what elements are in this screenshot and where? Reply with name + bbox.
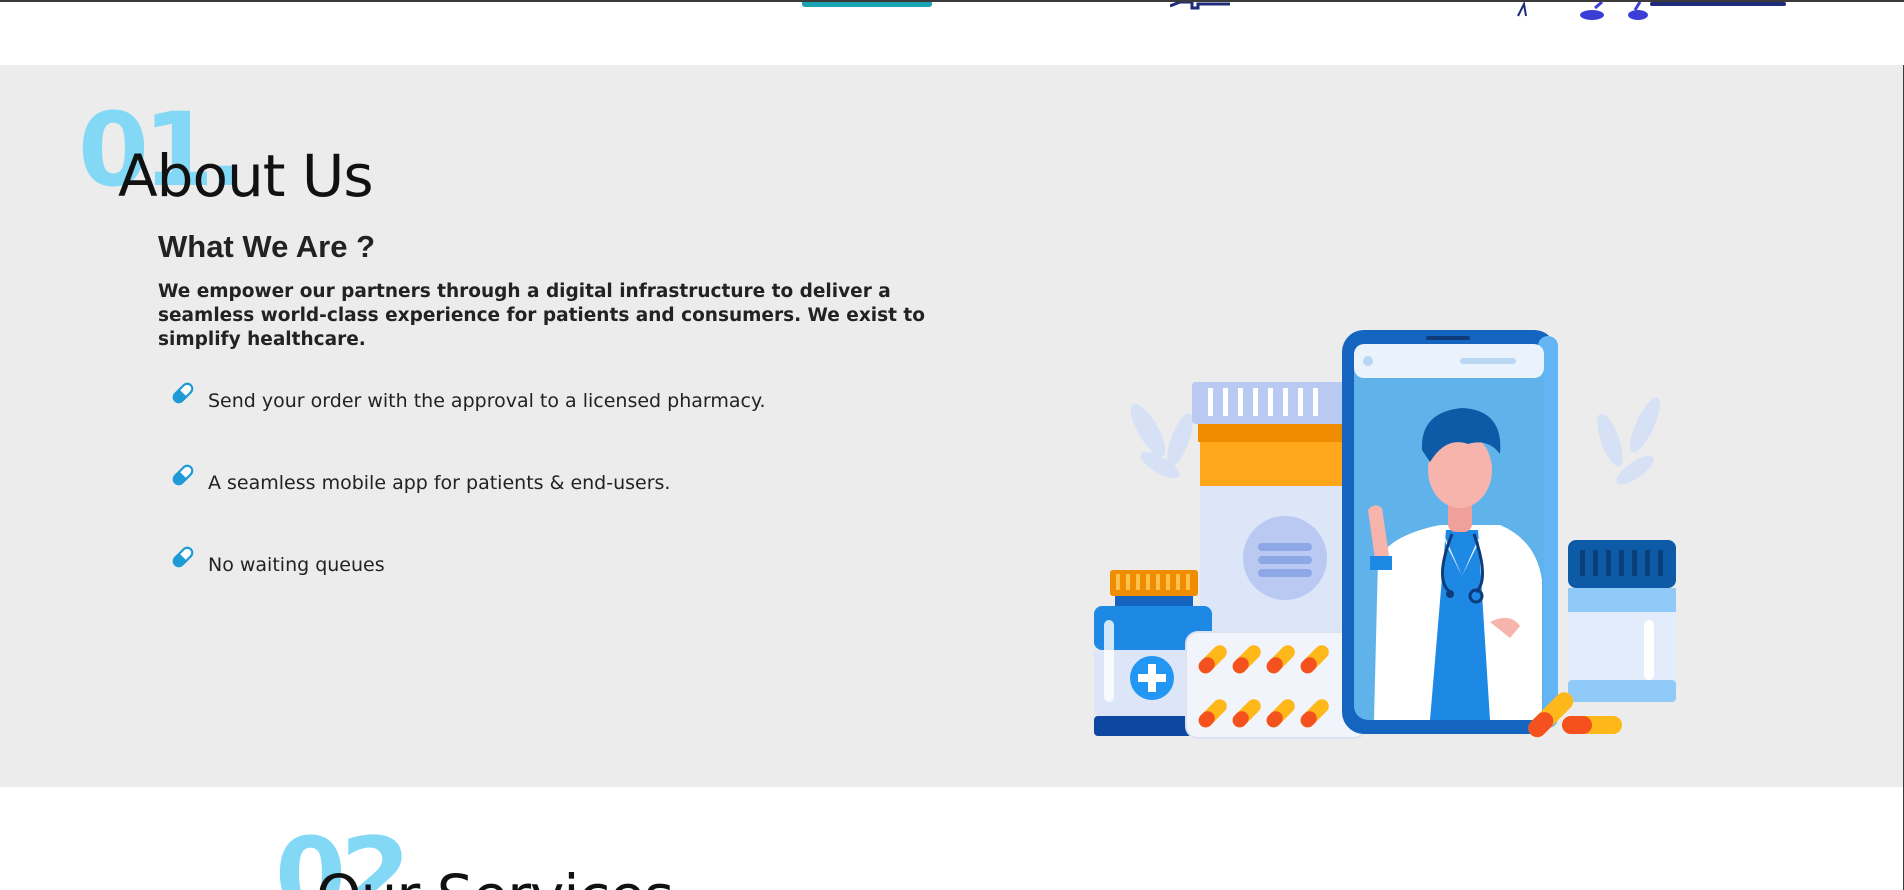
feature-item: No waiting queues	[170, 544, 766, 626]
section-title: Our Services	[316, 867, 674, 890]
hero-people-illustration	[1517, 2, 1786, 20]
about-intro-text: We empower our partners through a digita…	[158, 281, 925, 350]
hero-cta-button[interactable]	[802, 2, 932, 7]
pill-icon	[172, 382, 194, 404]
feature-text: Send your order with the approval to a l…	[208, 390, 766, 412]
feature-list: Send your order with the approval to a l…	[170, 380, 766, 626]
about-us-section: 01. About Us What We Are ? We empower ou…	[0, 65, 1903, 787]
about-subtitle: What We Are ?	[158, 229, 376, 264]
feature-text: No waiting queues	[208, 554, 385, 576]
hero-section-bottom	[0, 2, 1904, 65]
pill-icon	[172, 464, 194, 486]
feature-item: A seamless mobile app for patients & end…	[170, 462, 766, 544]
hero-illustration-fragment	[1170, 2, 1230, 10]
feature-item: Send your order with the approval to a l…	[170, 380, 766, 462]
section-title: About Us	[118, 142, 374, 210]
feature-text: A seamless mobile app for patients & end…	[208, 472, 671, 494]
our-services-section: 02. Our Services	[0, 787, 1903, 890]
pill-icon	[172, 546, 194, 568]
doctor-pharmacy-illustration	[1094, 330, 1676, 739]
